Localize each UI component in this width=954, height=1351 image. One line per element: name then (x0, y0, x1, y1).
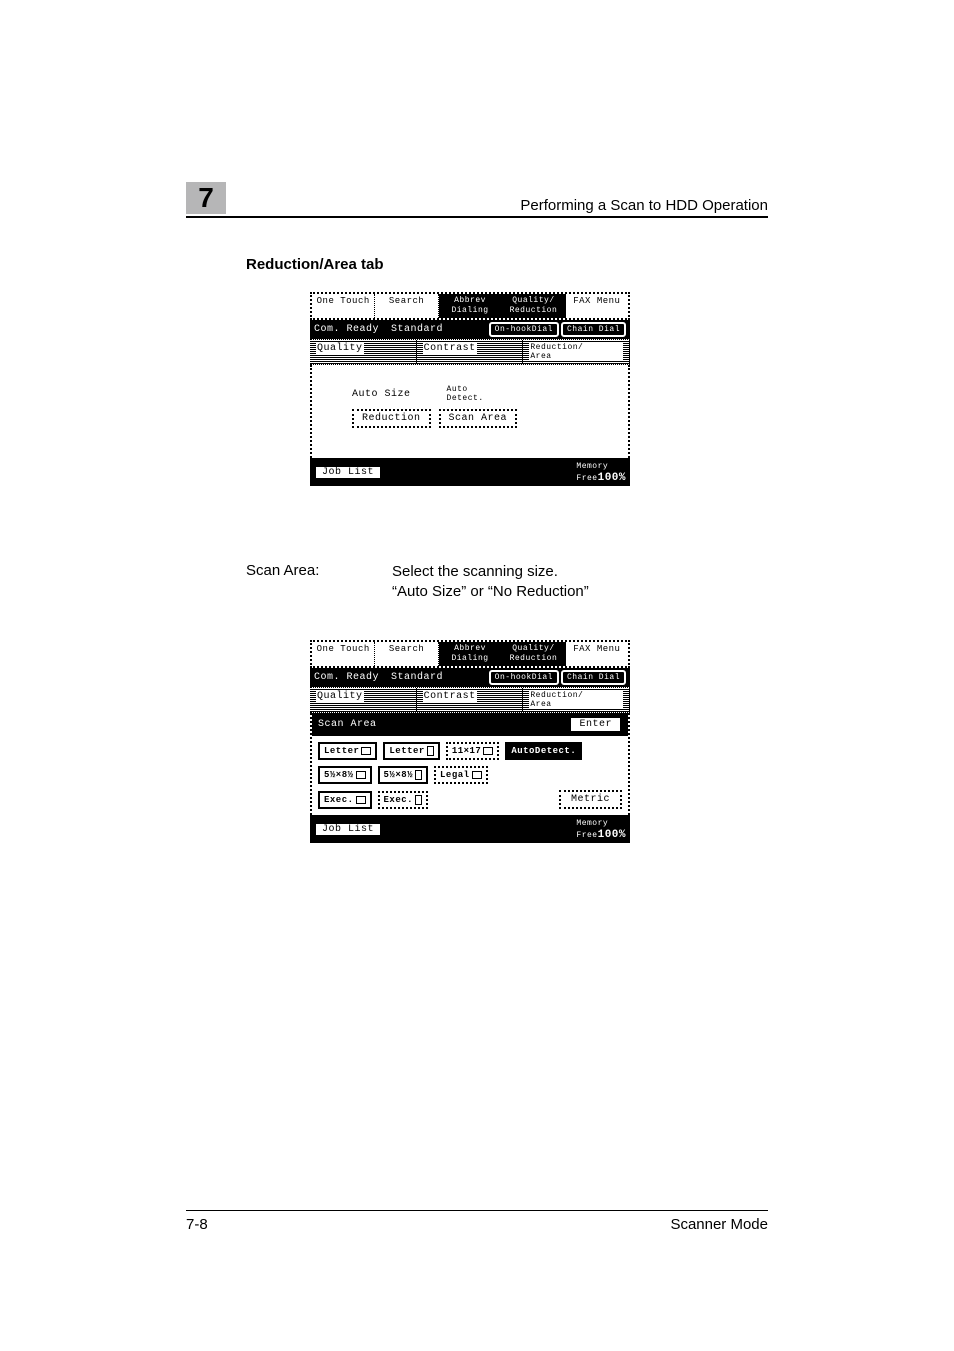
tab-abbrev-dialing[interactable]: AbbrevDialing (439, 294, 502, 318)
desc-line-2: “Auto Size” or “No Reduction” (392, 582, 589, 602)
job-list-button[interactable]: Job List (314, 465, 382, 480)
reduction-button[interactable]: Reduction (352, 409, 431, 428)
enter-button[interactable]: Enter (569, 716, 622, 733)
desc-label: Scan Area: (246, 562, 356, 603)
chaindial-pill[interactable]: Chain Dial (561, 322, 626, 337)
chapter-number-box: 7 (186, 182, 226, 214)
chaindial-pill-2[interactable]: Chain Dial (561, 670, 626, 685)
desc-line-1: Select the scanning size. (392, 562, 589, 582)
footer-rule (186, 1210, 768, 1211)
size-11x17[interactable]: 11×17 (446, 742, 500, 760)
tab-quality-reduction[interactable]: Quality/Reduction (502, 294, 565, 318)
memory-free-value: 100% (598, 472, 626, 484)
lcd-screenshot-2: One Touch Search AbbrevDialing Quality/R… (310, 640, 630, 843)
header-rule (186, 216, 768, 218)
landscape-icon (356, 796, 366, 804)
onhook-pill[interactable]: On-hookDial (489, 322, 559, 337)
lcd-screenshot-1: One Touch Search AbbrevDialing Quality/R… (310, 292, 630, 486)
sub-tabs: Quality Contrast Reduction/Area (310, 339, 630, 365)
header-title: Performing a Scan to HDD Operation (520, 197, 768, 214)
tab-onetouch-2[interactable]: One Touch (312, 642, 375, 666)
tab-fax-menu[interactable]: FAX Menu (566, 294, 628, 318)
subtab-reduction-area[interactable]: Reduction/Area (523, 340, 630, 364)
status-mode-2: Standard (391, 672, 443, 683)
top-tabs-2: One Touch Search AbbrevDialing Quality/R… (310, 640, 630, 668)
tab-search-2[interactable]: Search (375, 642, 438, 666)
tab-abbrev-dialing-2[interactable]: AbbrevDialing (439, 642, 502, 666)
size-letter-portrait[interactable]: Letter (383, 742, 439, 760)
landscape-icon (483, 747, 493, 755)
status-bar: Com. Ready Standard On-hookDial Chain Di… (310, 320, 630, 339)
size-legal[interactable]: Legal (434, 766, 488, 784)
landscape-icon (356, 771, 366, 779)
portrait-icon (415, 770, 422, 780)
job-list-button-2[interactable]: Job List (314, 822, 382, 837)
size-halfletter-portrait[interactable]: 5½×8½ (378, 766, 429, 784)
page-number: 7-8 (186, 1216, 208, 1233)
auto-detect-button[interactable]: AutoDetect. (505, 742, 582, 760)
tab-onetouch[interactable]: One Touch (312, 294, 375, 318)
auto-detect-label: AutoDetect. (447, 385, 484, 403)
size-exec-landscape[interactable]: Exec. (318, 791, 372, 809)
chapter-number: 7 (198, 182, 214, 214)
section-title: Reduction/Area tab (246, 256, 384, 273)
subtab-contrast-2[interactable]: Contrast (417, 688, 524, 712)
status-text: Com. Ready (314, 324, 379, 335)
subtab-quality-2[interactable]: Quality (310, 688, 417, 712)
auto-size-label: Auto Size (352, 389, 411, 400)
top-tabs: One Touch Search AbbrevDialing Quality/R… (310, 292, 630, 320)
scan-area-button[interactable]: Scan Area (439, 409, 518, 428)
portrait-icon (427, 746, 434, 756)
size-halfletter-landscape[interactable]: 5½×8½ (318, 766, 372, 784)
subtab-reduction-area-2[interactable]: Reduction/Area (523, 688, 630, 712)
status-text-2: Com. Ready (314, 672, 379, 683)
tab-fax-menu-2[interactable]: FAX Menu (566, 642, 628, 666)
tab-quality-reduction-2[interactable]: Quality/Reduction (502, 642, 565, 666)
memory-free-value-2: 100% (598, 829, 626, 841)
status-mode: Standard (391, 324, 443, 335)
scan-area-title: Scan Area (318, 719, 377, 730)
portrait-icon (415, 795, 422, 805)
page-footer: 7-8 Scanner Mode (186, 1216, 768, 1233)
tab-search[interactable]: Search (375, 294, 438, 318)
metric-button[interactable]: Metric (559, 790, 622, 809)
footer-title: Scanner Mode (670, 1216, 768, 1233)
panel-footer: Job List MemoryFree100% (310, 458, 630, 486)
status-bar-2: Com. Ready Standard On-hookDial Chain Di… (310, 668, 630, 687)
landscape-icon (472, 771, 482, 779)
size-letter-landscape[interactable]: Letter (318, 742, 377, 760)
onhook-pill-2[interactable]: On-hookDial (489, 670, 559, 685)
subtab-contrast[interactable]: Contrast (417, 340, 524, 364)
panel-footer-2: Job List MemoryFree100% (310, 815, 630, 843)
landscape-icon (361, 747, 371, 755)
size-exec-portrait[interactable]: Exec. (378, 791, 429, 809)
subtab-quality[interactable]: Quality (310, 340, 417, 364)
sub-tabs-2: Quality Contrast Reduction/Area (310, 687, 630, 713)
scan-area-description: Scan Area: Select the scanning size. “Au… (246, 562, 766, 603)
